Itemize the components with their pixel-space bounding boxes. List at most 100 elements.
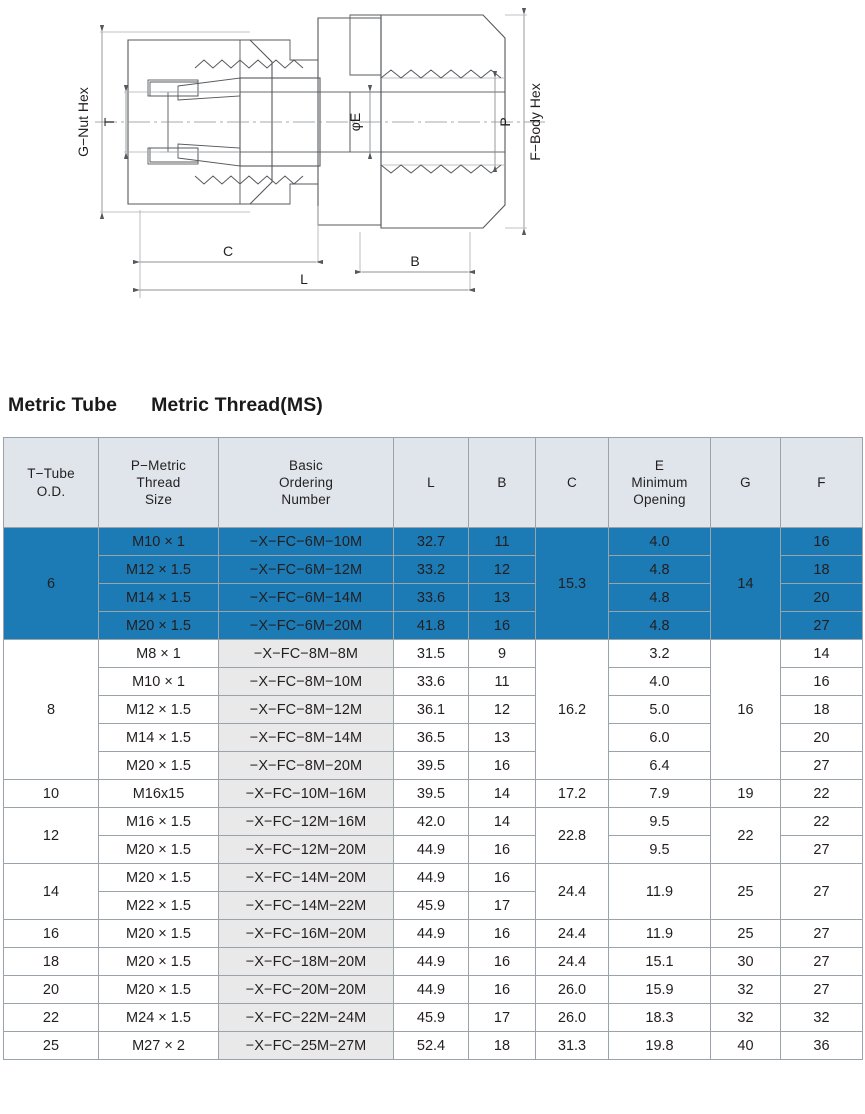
technical-drawing-panel: .ol { fill:none; stroke:#55585c; stroke-… [0,0,865,375]
cell-b: 16 [468,919,536,948]
dimension-annotations: G−Nut Hex T φE P F−Body Hex C B L [75,7,543,298]
cell-l: 36.5 [393,723,469,752]
cell-f: 32 [780,1003,863,1032]
table-column-header: T−Tube O.D. [3,437,99,528]
cell-f: 27 [780,947,863,976]
table-column-header-line: C [567,474,577,490]
table-column-header: E Minimum Opening [608,437,711,528]
cell-b: 14 [468,807,536,836]
cell-g: 25 [710,863,781,920]
cell-ordering-number: −X−FC−8M−12M [218,695,394,724]
table-row: 22 M24 × 1.5 −X−FC−22M−24M 45.9 17 26.0 18.3 32… [3,1003,863,1032]
cell-ordering-number: −X−FC−6M−20M [218,611,394,640]
cell-c: 16.2 [535,639,609,780]
table-column-header-line: G [740,474,751,490]
cell-g: 14 [710,527,781,640]
table-column-header: P−Metric Thread Size [98,437,219,528]
cell-b: 13 [468,723,536,752]
cell-b: 13 [468,583,536,612]
specification-table: T−Tube O.D. P−Metric Thread Size Basic Orderin… [3,437,863,1060]
cell-b: 18 [468,1031,536,1060]
fitting-cross-section-svg: .ol { fill:none; stroke:#55585c; stroke-… [75,7,545,298]
table-column-header-line: B [497,474,507,490]
cell-tube-od: 25 [3,1031,99,1060]
cell-e: 6.0 [608,723,711,752]
cell-b: 16 [468,947,536,976]
cell-g: 25 [710,919,781,948]
cell-thread-size: M10 × 1 [98,667,219,696]
cell-thread-size: M24 × 1.5 [98,1003,219,1032]
cell-g: 30 [710,947,781,976]
cell-b: 11 [468,527,536,556]
table-column-header-line: Size [144,492,173,508]
cell-thread-size: M12 × 1.5 [98,695,219,724]
cell-b: 12 [468,695,536,724]
table-column-header-line: O.D. [36,483,66,499]
cell-ordering-number: −X−FC−18M−20M [218,947,394,976]
cell-f: 27 [780,751,863,780]
cell-e: 4.0 [608,667,711,696]
section-titles: Metric Tube Metric Thread(MS) [8,388,608,422]
table-row: 16 M20 × 1.5 −X−FC−16M−20M 44.9 16 24.4 11.9 25… [3,919,863,948]
cell-e: 6.4 [608,751,711,780]
cell-l: 41.8 [393,611,469,640]
cell-f: 14 [780,639,863,668]
cell-thread-size: M20 × 1.5 [98,611,219,640]
cell-tube-od: 16 [3,919,99,948]
cell-g: 40 [710,1031,781,1060]
cell-l: 52.4 [393,1031,469,1060]
cell-thread-size: M27 × 2 [98,1031,219,1060]
cell-l: 39.5 [393,779,469,808]
dim-label-b: B [410,253,419,269]
cell-e: 5.0 [608,695,711,724]
cell-b: 17 [468,1003,536,1032]
table-column-header-line: F [817,474,826,490]
cell-l: 45.9 [393,1003,469,1032]
cell-thread-size: M10 × 1 [98,527,219,556]
cell-g: 32 [710,1003,781,1032]
cell-e: 9.5 [608,807,711,836]
cell-l: 36.1 [393,695,469,724]
cell-ordering-number: −X−FC−14M−22M [218,891,394,920]
title-metric-thread: Metric Thread(MS) [151,393,323,416]
cell-c: 24.4 [535,947,609,976]
cell-thread-size: M14 × 1.5 [98,723,219,752]
cell-tube-od: 10 [3,779,99,808]
table-column-header: C [535,437,609,528]
cell-tube-od: 12 [3,807,99,864]
cell-e: 3.2 [608,639,711,668]
cell-f: 18 [780,555,863,584]
dim-label-f-body-hex: F−Body Hex [527,83,543,160]
cell-l: 39.5 [393,751,469,780]
cell-ordering-number: −X−FC−8M−20M [218,751,394,780]
cell-l: 33.6 [393,583,469,612]
table-row: 12 M16 × 1.5 −X−FC−12M−16M 42.0 14 22.8 9.5 22 2… [3,807,863,864]
table-column-header-line: Thread [136,474,181,490]
table-column-header: G [710,437,781,528]
cell-thread-size: M20 × 1.5 [98,863,219,892]
cell-f: 27 [780,611,863,640]
table-header: T−Tube O.D. P−Metric Thread Size Basic Orderin… [3,437,863,528]
table-column-header-line: Opening [633,492,686,508]
cell-ordering-number: −X−FC−6M−10M [218,527,394,556]
cell-e: 4.8 [608,555,711,584]
cell-ordering-number: −X−FC−12M−20M [218,835,394,864]
cell-l: 42.0 [393,807,469,836]
table-row: 10 M16x15 −X−FC−10M−16M 39.5 14 17.2 7.9 19 22 [3,779,863,808]
cell-f: 27 [780,835,863,864]
cell-g: 22 [710,807,781,864]
cell-l: 31.5 [393,639,469,668]
cell-tube-od: 20 [3,975,99,1004]
cell-c: 15.3 [535,527,609,640]
cell-e: 19.8 [608,1031,711,1060]
cell-e: 7.9 [608,779,711,808]
cell-b: 16 [468,835,536,864]
cell-tube-od: 22 [3,1003,99,1032]
table-column-header-line: Ordering [278,474,334,490]
cell-l: 44.9 [393,975,469,1004]
dim-label-c: C [223,243,233,259]
cell-ordering-number: −X−FC−16M−20M [218,919,394,948]
cell-f: 22 [780,807,863,836]
table-column-header: B [468,437,536,528]
table-row: 18 M20 × 1.5 −X−FC−18M−20M 44.9 16 24.4 15.1 30… [3,947,863,976]
